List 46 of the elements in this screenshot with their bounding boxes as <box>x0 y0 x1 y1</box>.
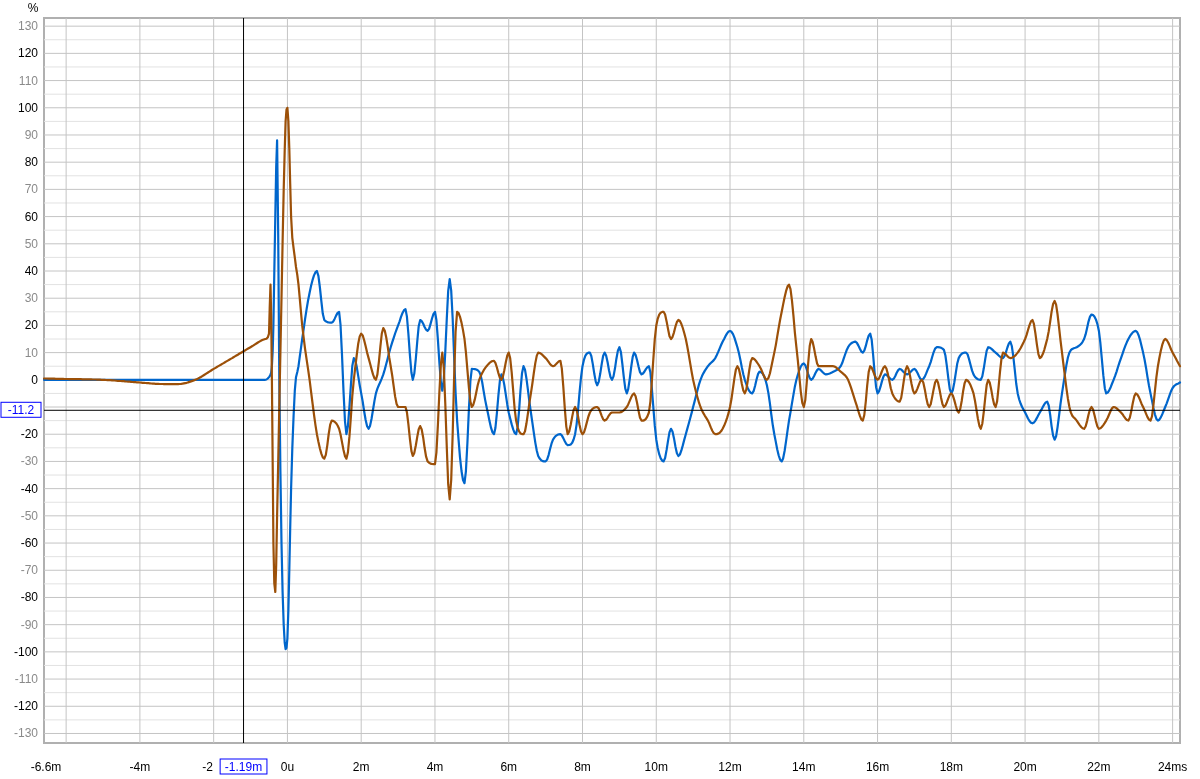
axis-label: 20m <box>1013 760 1037 774</box>
axis-label: 6m <box>500 760 518 774</box>
axis-label: 100 <box>17 100 38 115</box>
axis-label: 90 <box>24 128 38 142</box>
axis-label: 80 <box>24 155 38 170</box>
axis-label: 24ms <box>1157 760 1188 774</box>
axis-label: -30 <box>20 454 38 469</box>
axis-label: 0 <box>31 372 38 387</box>
axis-label: 60 <box>24 209 38 224</box>
axis-label: -20 <box>20 427 38 442</box>
axis-label: -2 <box>202 760 213 774</box>
axis-label: 10m <box>644 760 668 774</box>
axis-label: 8m <box>574 760 591 774</box>
axis-label: 18m <box>939 760 963 774</box>
axis-label: -90 <box>20 617 38 632</box>
axis-label: 40 <box>24 264 38 278</box>
axis-label: -60 <box>20 536 38 551</box>
axis-label: 12m <box>718 760 742 774</box>
ref-line-label: -1.19m <box>224 760 263 774</box>
axis-label: 14m <box>792 760 816 774</box>
axis-label: 16m <box>865 760 890 774</box>
axis-label: 20 <box>24 318 38 333</box>
axis-label: 130 <box>17 19 38 34</box>
axis-label: -110 <box>14 672 38 687</box>
axis-label: 0u <box>280 760 295 774</box>
axis-label: 70 <box>24 182 38 197</box>
axis-label: -70 <box>20 563 38 578</box>
axis-label: -80 <box>20 590 38 605</box>
axis-label: 120 <box>17 46 38 61</box>
ref-line-label: -11.2 <box>7 403 35 418</box>
axis-label: 10 <box>24 345 38 360</box>
axis-label: 4m <box>426 760 444 774</box>
axis-label: 50 <box>24 236 38 251</box>
axis-label: -4m <box>129 760 151 774</box>
axis-label: 22m <box>1087 760 1111 774</box>
axis-label: -40 <box>20 481 38 496</box>
axis-label: 30 <box>24 291 38 306</box>
axis-label: -6.6m <box>30 760 62 774</box>
cursor-readout: -1.19m <box>219 758 268 775</box>
axis-label: -100 <box>13 644 38 659</box>
axis-label: 2m <box>352 760 370 774</box>
axis-label: -120 <box>13 699 38 714</box>
axis-label: -130 <box>13 726 38 741</box>
axis-label: 110 <box>18 73 38 88</box>
unit-label: % <box>27 1 39 15</box>
axis-label: -50 <box>20 508 38 523</box>
